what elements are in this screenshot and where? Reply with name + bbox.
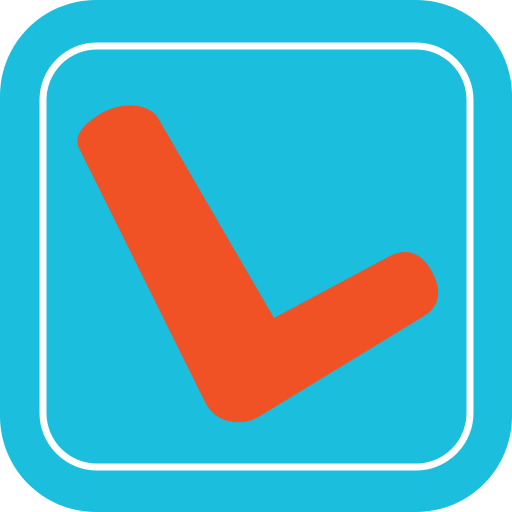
app-icon-graphic — [0, 0, 512, 512]
icon-tile-background — [0, 0, 512, 512]
app-icon[interactable] — [0, 0, 512, 512]
